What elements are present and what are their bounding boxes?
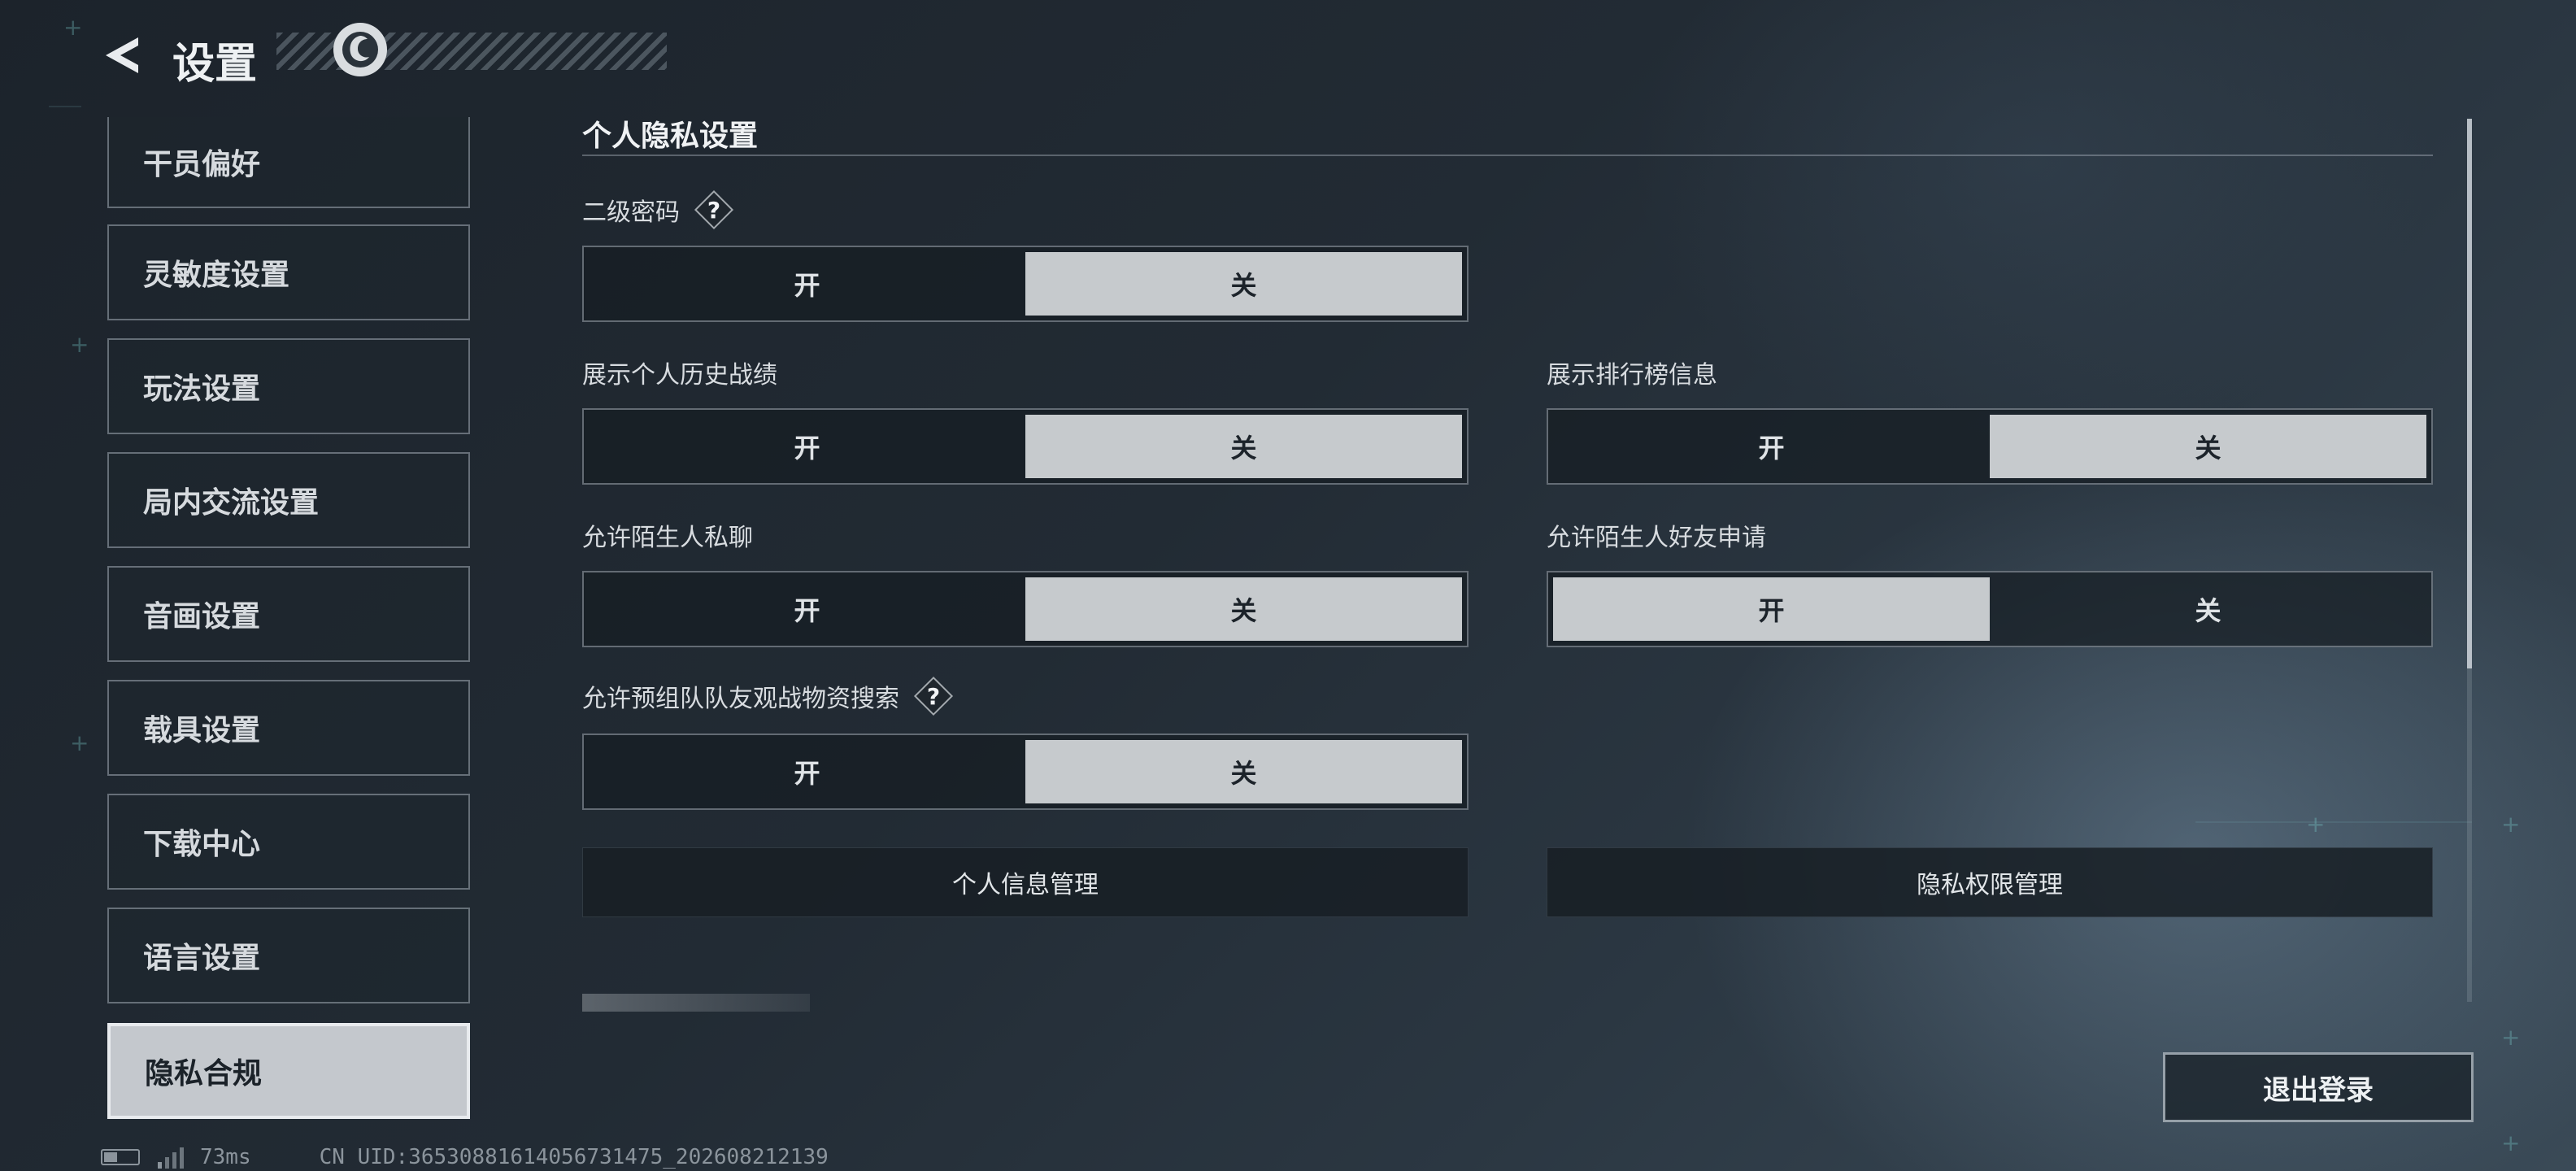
toggle-on-option[interactable]: 开 bbox=[589, 577, 1025, 641]
decor-line bbox=[49, 106, 81, 107]
grid-mark: + bbox=[2306, 811, 2326, 838]
privacy-permissions-management-button[interactable]: 隐私权限管理 bbox=[1547, 847, 2433, 917]
section-title: 个人隐私设置 bbox=[582, 120, 759, 153]
decor-line bbox=[2195, 821, 2472, 823]
scrollbar-thumb[interactable] bbox=[2467, 119, 2472, 668]
sidebar-item-label: 音画设置 bbox=[143, 600, 261, 633]
setting-label-show-leaderboard: 展示排行榜信息 bbox=[1547, 355, 1717, 390]
setting-label-text: 展示排行榜信息 bbox=[1547, 361, 1717, 390]
grid-mark: + bbox=[63, 14, 83, 41]
page-title: 设置 bbox=[172, 40, 258, 89]
toggle-show-leaderboard: 开 关 bbox=[1547, 408, 2433, 485]
sidebar-item-label: 隐私合规 bbox=[145, 1057, 263, 1090]
ping-value: 73ms bbox=[200, 1145, 251, 1169]
toggle-on-option[interactable]: 开 bbox=[1553, 415, 1990, 478]
back-arrow-icon[interactable] bbox=[98, 31, 146, 80]
sidebar-item-label: 载具设置 bbox=[143, 714, 261, 747]
setting-label-text: 允许陌生人私聊 bbox=[582, 524, 753, 552]
sidebar-item-in-game-communication[interactable]: 局内交流设置 bbox=[107, 452, 470, 548]
scrollbar[interactable] bbox=[2467, 119, 2472, 1002]
sidebar-item-download-center[interactable]: 下载中心 bbox=[107, 794, 470, 890]
setting-label-stranger-friend-request: 允许陌生人好友申请 bbox=[1547, 517, 1766, 553]
sidebar-item-vehicle[interactable]: 载具设置 bbox=[107, 680, 470, 776]
grid-mark: + bbox=[70, 331, 89, 358]
logout-button[interactable]: 退出登录 bbox=[2163, 1052, 2474, 1122]
help-icon[interactable]: ? bbox=[916, 678, 951, 714]
help-icon[interactable]: ? bbox=[696, 192, 732, 228]
toggle-off-option[interactable]: 关 bbox=[1025, 577, 1462, 641]
toggle-team-spectate: 开 关 bbox=[582, 734, 1469, 810]
toggle-show-history: 开 关 bbox=[582, 408, 1469, 485]
sidebar-item-language[interactable]: 语言设置 bbox=[107, 908, 470, 1003]
toggle-off-option[interactable]: 关 bbox=[1025, 252, 1462, 316]
header: 设置 bbox=[98, 23, 667, 89]
toggle-stranger-chat: 开 关 bbox=[582, 571, 1469, 647]
sidebar-item-label: 玩法设置 bbox=[143, 372, 261, 406]
grid-mark: + bbox=[2501, 1024, 2521, 1051]
toggle-off-option[interactable]: 关 bbox=[1025, 740, 1462, 803]
toggle-on-option[interactable]: 开 bbox=[589, 252, 1025, 316]
next-section-title-cropped bbox=[582, 994, 810, 1012]
toggle-secondary-password: 开 关 bbox=[582, 246, 1469, 322]
personal-info-management-button[interactable]: 个人信息管理 bbox=[582, 847, 1469, 917]
toggle-off-option[interactable]: 关 bbox=[1990, 415, 2426, 478]
help-glyph: ? bbox=[926, 682, 941, 710]
setting-label-text: 允许陌生人好友申请 bbox=[1547, 524, 1766, 552]
signal-icon bbox=[158, 1146, 184, 1169]
setting-label-stranger-chat: 允许陌生人私聊 bbox=[582, 517, 753, 553]
uid-value: CN UID:3653088161405673147​5_20260821213… bbox=[319, 1145, 829, 1169]
grid-mark: + bbox=[2501, 1130, 2521, 1156]
sidebar-item-gameplay[interactable]: 玩法设置 bbox=[107, 338, 470, 434]
game-logo-icon bbox=[333, 23, 387, 76]
setting-label-text: 二级密码 bbox=[582, 198, 680, 227]
sidebar-item-label: 干员偏好 bbox=[143, 148, 261, 181]
battery-icon bbox=[101, 1149, 140, 1165]
grid-mark: + bbox=[70, 729, 89, 756]
sidebar-item-operator-preference[interactable]: 干员偏好 bbox=[107, 117, 470, 208]
setting-label-text: 展示个人历史战绩 bbox=[582, 361, 777, 390]
section-divider bbox=[582, 155, 2433, 156]
sidebar-item-privacy-compliance[interactable]: 隐私合规 bbox=[107, 1023, 470, 1119]
sidebar-item-audio-video[interactable]: 音画设置 bbox=[107, 566, 470, 662]
toggle-on-option[interactable]: 开 bbox=[1553, 577, 1990, 641]
setting-label-team-spectate: 允许预组队队友观战物资搜索 ? bbox=[582, 678, 951, 714]
sidebar-item-label: 下载中心 bbox=[143, 828, 261, 861]
help-glyph: ? bbox=[707, 196, 721, 224]
sidebar-item-label: 局内交流设置 bbox=[143, 486, 320, 520]
setting-label-secondary-password: 二级密码 ? bbox=[582, 192, 732, 228]
sidebar-item-label: 语言设置 bbox=[143, 942, 261, 975]
setting-label-show-history: 展示个人历史战绩 bbox=[582, 355, 777, 390]
toggle-on-option[interactable]: 开 bbox=[589, 740, 1025, 803]
toggle-off-option[interactable]: 关 bbox=[1025, 415, 1462, 478]
toggle-on-option[interactable]: 开 bbox=[589, 415, 1025, 478]
grid-mark: + bbox=[2501, 811, 2521, 838]
sidebar-item-sensitivity[interactable]: 灵敏度设置 bbox=[107, 224, 470, 320]
toggle-off-option[interactable]: 关 bbox=[1990, 577, 2426, 641]
sidebar-item-label: 灵敏度设置 bbox=[143, 259, 290, 292]
setting-label-text: 允许预组队队友观战物资搜索 bbox=[582, 685, 899, 713]
toggle-stranger-friend-request: 开 关 bbox=[1547, 571, 2433, 647]
status-bar: 73ms CN UID:3653088161405673147​5_202608… bbox=[101, 1143, 829, 1171]
